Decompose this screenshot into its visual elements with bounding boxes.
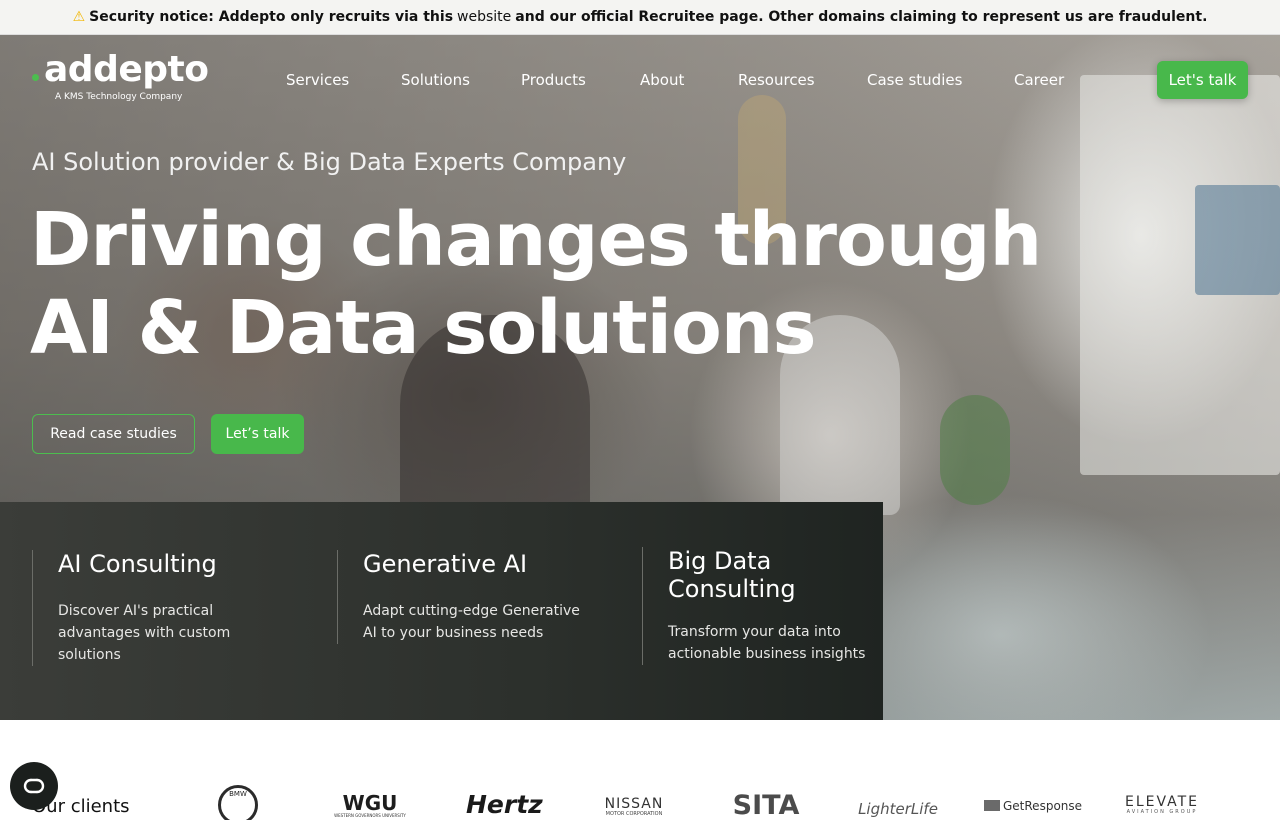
card-body: Discover AI's practical advantages with … (58, 603, 231, 663)
card-title: Big Data Consulting (668, 547, 796, 603)
cookie-consent-button[interactable] (10, 762, 58, 810)
nav-item-about[interactable]: About (640, 71, 684, 89)
notice-website-link[interactable]: website (457, 9, 511, 25)
hero-headline: Driving changes through AI & Data soluti… (30, 196, 1042, 372)
client-logo-nissan: NISSAN MOTOR CORPORATION (596, 797, 672, 817)
client-logo-hertz: Hertz (466, 790, 543, 819)
nav-item-solutions[interactable]: Solutions (401, 71, 470, 89)
hero-tagline: AI Solution provider & Big Data Experts … (32, 148, 627, 176)
nav-item-products[interactable]: Products (521, 71, 586, 89)
client-logo-bmw: BMW (218, 785, 258, 820)
security-notice-bar: ⚠ Security notice: Addepto only recruits… (0, 0, 1280, 35)
client-wgu-sub: WESTERN GOVERNORS UNIVERSITY (334, 813, 406, 818)
client-logo-getresponse: GetResponse (984, 799, 1082, 813)
hero-lets-talk-button[interactable]: Let’s talk (211, 414, 304, 454)
card-title: AI Consulting (58, 550, 217, 578)
client-logo-elevate: ELEVATE AVIATION GROUP (1117, 795, 1207, 815)
card-body: Transform your data into actionable busi… (668, 624, 866, 662)
nav-item-resources[interactable]: Resources (738, 71, 815, 89)
nav-item-career[interactable]: Career (1014, 71, 1064, 89)
client-logo-lighterlife: LighterLife (858, 800, 938, 818)
client-bmw-text: BMW (229, 790, 247, 798)
card-body: Adapt cutting-edge Generative AI to your… (363, 603, 580, 641)
card-generative-ai[interactable]: Generative AI Adapt cutting-edge Generat… (337, 550, 607, 644)
card-title: Generative AI (363, 550, 528, 578)
notice-text-2: and our official Recruitee page. Other d… (515, 9, 1208, 25)
card-ai-consulting[interactable]: AI Consulting Discover AI's practical ad… (32, 550, 302, 666)
client-logo-wgu: WGU WESTERN GOVERNORS UNIVERSITY (328, 793, 412, 818)
read-case-studies-button[interactable]: Read case studies (32, 414, 195, 454)
envelope-icon (984, 800, 1000, 811)
cookie-consent-icon (23, 778, 45, 794)
logo-subtitle: A KMS Technology Company (55, 92, 183, 102)
client-getresponse-text: GetResponse (1003, 799, 1083, 813)
client-nissan-text: NISSAN (604, 796, 664, 812)
nav-lets-talk-button[interactable]: Let's talk (1157, 61, 1248, 99)
hero-headline-line-1: Driving changes through (30, 197, 1042, 283)
client-elevate-sub: AVIATION GROUP (1126, 809, 1198, 815)
client-nissan-sub: MOTOR CORPORATION (605, 811, 663, 817)
client-elevate-text: ELEVATE (1124, 794, 1200, 810)
service-cards-panel: AI Consulting Discover AI's practical ad… (0, 502, 883, 720)
card-big-data-consulting[interactable]: Big Data Consulting Transform your data … (642, 547, 877, 665)
client-wgu-text: WGU (342, 791, 398, 815)
client-logo-sita: SITA (732, 790, 800, 820)
hero-headline-line-2: AI & Data solutions (30, 285, 817, 371)
nav-item-case-studies[interactable]: Case studies (867, 71, 962, 89)
warning-icon: ⚠ (72, 9, 86, 25)
logo-dot-icon (32, 74, 39, 81)
logo-wordmark: addepto (44, 49, 209, 90)
notice-text-1: Security notice: Addepto only recruits v… (89, 9, 454, 25)
nav-item-services[interactable]: Services (286, 71, 349, 89)
